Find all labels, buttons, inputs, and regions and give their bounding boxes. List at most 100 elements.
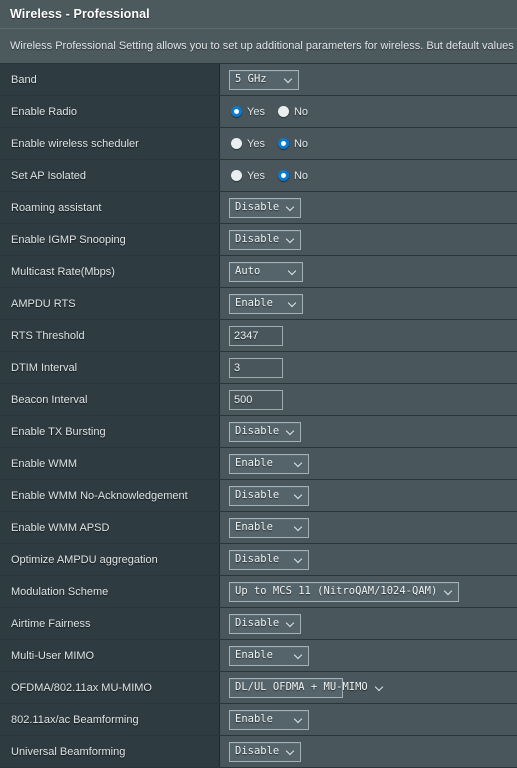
setting-label: Roaming assistant xyxy=(11,201,102,214)
setting-label-cell: 802.11ax/ac Beamforming xyxy=(0,704,220,735)
page-description-text: Wireless Professional Setting allows you… xyxy=(10,40,517,52)
dropdown-ampdu-rts[interactable]: Enable xyxy=(229,293,303,314)
setting-control-cell: Enable xyxy=(220,640,517,671)
setting-label-cell: Enable wireless scheduler xyxy=(0,128,220,159)
radio-selected-icon[interactable] xyxy=(277,138,289,149)
setting-control-cell: Disable xyxy=(220,544,517,575)
dropdown-value: Auto xyxy=(235,265,261,278)
setting-control-cell: 5 GHz xyxy=(220,64,517,95)
dropdown-ofdma-802-11ax-mu-mimo[interactable]: DL/UL OFDMA + MU-MIMO xyxy=(229,677,368,698)
dropdown-multi-user-mimo[interactable]: Enable xyxy=(229,645,309,666)
setting-control-cell: Yes No xyxy=(220,96,517,127)
radio-option[interactable]: Yes xyxy=(231,138,265,150)
radio-unselected-icon[interactable] xyxy=(231,138,242,149)
input-dtim-interval[interactable] xyxy=(229,357,283,378)
setting-row: Band 5 GHz xyxy=(0,64,517,96)
setting-label-cell: Enable WMM xyxy=(0,448,220,479)
dropdown-enable-igmp-snooping[interactable]: Disable xyxy=(229,229,301,250)
dropdown-roaming-assistant[interactable]: Disable xyxy=(229,197,301,218)
setting-label: Set AP Isolated xyxy=(11,169,87,182)
setting-control-cell: Up to MCS 11 (NitroQAM/1024-QAM) xyxy=(220,576,517,607)
radio-option-label: Yes xyxy=(247,169,265,182)
radio-group-enable-radio: Yes No xyxy=(220,106,308,118)
dropdown-value: Enable xyxy=(235,297,273,310)
dropdown-modulation-scheme[interactable]: Up to MCS 11 (NitroQAM/1024-QAM) xyxy=(229,581,459,602)
setting-row: Airtime Fairness Disable xyxy=(0,608,517,640)
setting-control-cell: Disable xyxy=(220,480,517,511)
dropdown-value: Disable xyxy=(235,489,280,502)
setting-control-cell: Yes No xyxy=(220,128,517,159)
radio-option[interactable]: No xyxy=(277,105,309,118)
dropdown-enable-wmm-no-acknowledgement[interactable]: Disable xyxy=(229,485,309,506)
setting-label-cell: RTS Threshold xyxy=(0,320,220,351)
setting-label: DTIM Interval xyxy=(11,361,78,374)
setting-row: Roaming assistant Disable xyxy=(0,192,517,224)
radio-option[interactable]: Yes xyxy=(231,106,265,118)
input-beacon-interval[interactable] xyxy=(229,389,283,410)
dropdown-enable-tx-bursting[interactable]: Disable xyxy=(229,421,301,442)
setting-control-cell xyxy=(220,352,517,383)
chevron-down-icon xyxy=(295,715,304,724)
setting-label: Enable WMM No-Acknowledgement xyxy=(11,489,188,502)
dropdown-value: Disable xyxy=(235,617,280,630)
setting-label-cell: Beacon Interval xyxy=(0,384,220,415)
radio-option[interactable]: No xyxy=(277,169,309,182)
setting-row: 802.11ax/ac Beamforming Enable xyxy=(0,704,517,736)
page-title: Wireless - Professional xyxy=(10,7,150,21)
dropdown-enable-wmm-apsd[interactable]: Enable xyxy=(229,517,309,538)
setting-row: Enable Radio Yes No xyxy=(0,96,517,128)
setting-label-cell: Enable WMM No-Acknowledgement xyxy=(0,480,220,511)
setting-control-cell: DL/UL OFDMA + MU-MIMO xyxy=(220,672,517,703)
radio-group-enable-wireless-scheduler: Yes No xyxy=(220,138,308,150)
setting-label: RTS Threshold xyxy=(11,329,85,342)
radio-option[interactable]: No xyxy=(277,137,309,150)
dropdown-multicast-rate-mbps[interactable]: Auto xyxy=(229,261,303,282)
setting-label: Enable WMM xyxy=(11,457,78,470)
setting-label: Airtime Fairness xyxy=(11,617,91,630)
setting-label-cell: Modulation Scheme xyxy=(0,576,220,607)
setting-label: Multi-User MIMO xyxy=(11,649,95,662)
radio-option-label: No xyxy=(293,105,309,118)
chevron-down-icon xyxy=(445,587,454,596)
setting-label-cell: Enable Radio xyxy=(0,96,220,127)
dropdown-airtime-fairness[interactable]: Disable xyxy=(229,613,301,634)
setting-label: 802.11ax/ac Beamforming xyxy=(11,713,139,726)
setting-label: Band xyxy=(11,73,37,86)
setting-label-cell: Airtime Fairness xyxy=(0,608,220,639)
setting-label: AMPDU RTS xyxy=(11,297,76,310)
dropdown-enable-wmm[interactable]: Enable xyxy=(229,453,309,474)
radio-unselected-icon[interactable] xyxy=(231,170,242,181)
setting-label-cell: Band xyxy=(0,64,220,95)
setting-row: Beacon Interval xyxy=(0,384,517,416)
radio-selected-icon[interactable] xyxy=(277,170,289,181)
setting-control-cell: Disable xyxy=(220,416,517,447)
setting-label-cell: OFDMA/802.11ax MU-MIMO xyxy=(0,672,220,703)
radio-unselected-icon[interactable] xyxy=(277,106,289,117)
radio-option-label: No xyxy=(293,137,309,150)
dropdown-band[interactable]: 5 GHz xyxy=(229,69,299,90)
dropdown-value: Disable xyxy=(235,201,280,214)
setting-control-cell: Disable xyxy=(220,736,517,767)
radio-option[interactable]: Yes xyxy=(231,170,265,182)
dropdown-value: Disable xyxy=(235,745,280,758)
chevron-down-icon xyxy=(376,683,385,692)
setting-row: Enable WMM APSD Enable xyxy=(0,512,517,544)
radio-selected-icon[interactable] xyxy=(231,106,242,117)
dropdown-802-11ax-ac-beamforming[interactable]: Enable xyxy=(229,709,309,730)
setting-row: Optimize AMPDU aggregation Disable xyxy=(0,544,517,576)
setting-label: Enable IGMP Snooping xyxy=(11,233,126,246)
setting-label-cell: Roaming assistant xyxy=(0,192,220,223)
radio-option-label: No xyxy=(293,169,309,182)
chevron-down-icon xyxy=(287,235,296,244)
dropdown-optimize-ampdu-aggregation[interactable]: Disable xyxy=(229,549,309,570)
setting-row: AMPDU RTS Enable xyxy=(0,288,517,320)
setting-label-cell: Optimize AMPDU aggregation xyxy=(0,544,220,575)
dropdown-value: Enable xyxy=(235,713,273,726)
chevron-down-icon xyxy=(287,619,296,628)
input-rts-threshold[interactable] xyxy=(229,325,283,346)
chevron-down-icon xyxy=(289,299,298,308)
setting-label: Enable TX Bursting xyxy=(11,425,106,438)
dropdown-value: 5 GHz xyxy=(235,73,267,86)
chevron-down-icon xyxy=(295,651,304,660)
dropdown-universal-beamforming[interactable]: Disable xyxy=(229,741,301,762)
